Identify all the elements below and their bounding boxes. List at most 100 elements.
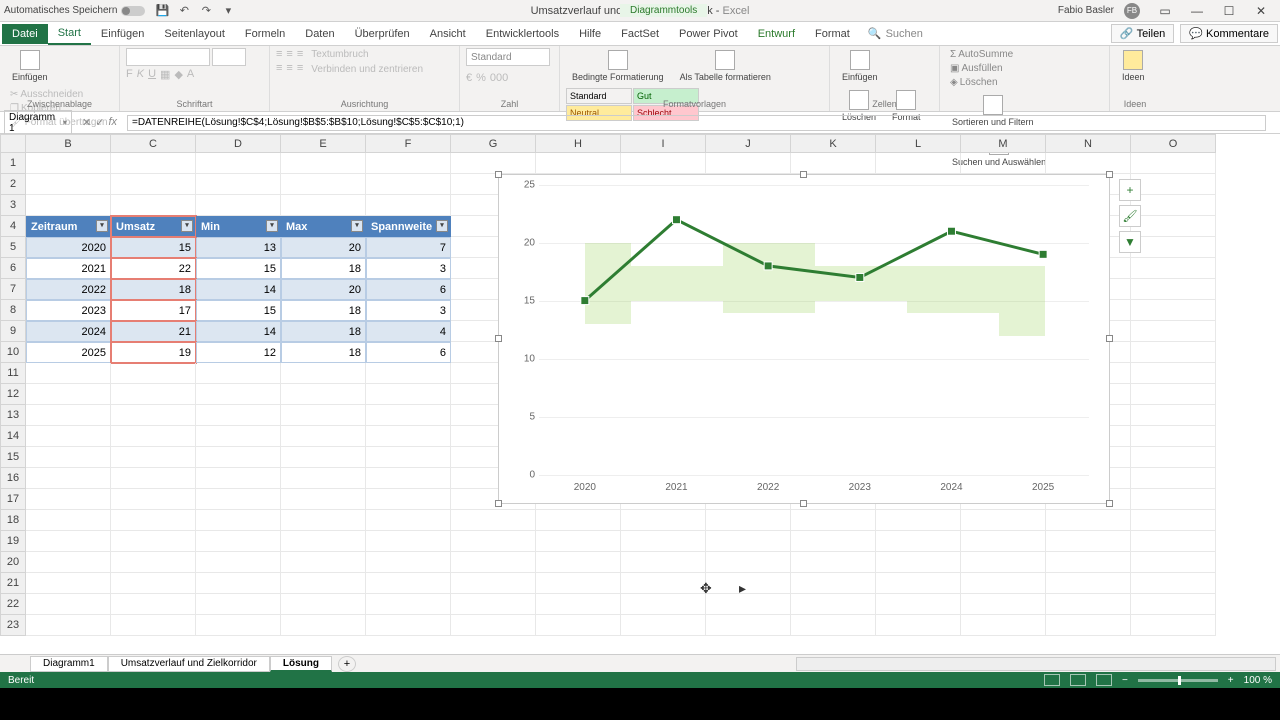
cell-G23[interactable] xyxy=(451,615,536,636)
cell-F5[interactable]: 7 xyxy=(366,237,451,258)
tab-factset[interactable]: FactSet xyxy=(611,24,669,44)
col-header-G[interactable]: G xyxy=(451,134,536,153)
sheet-tab-1[interactable]: Umsatzverlauf und Zielkorridor xyxy=(108,656,270,672)
col-header-O[interactable]: O xyxy=(1131,134,1216,153)
cell-O14[interactable] xyxy=(1131,426,1216,447)
cell-C6[interactable]: 22 xyxy=(111,258,196,279)
cell-E1[interactable] xyxy=(281,153,366,174)
cell-M22[interactable] xyxy=(961,594,1046,615)
cell-O6[interactable] xyxy=(1131,258,1216,279)
tab-formulas[interactable]: Formeln xyxy=(235,24,295,44)
cell-B7[interactable]: 2022 xyxy=(26,279,111,300)
cell-O17[interactable] xyxy=(1131,489,1216,510)
clear-button[interactable]: ◈ Löschen xyxy=(946,76,1017,89)
cell-E17[interactable] xyxy=(281,489,366,510)
fx-icon[interactable]: fx xyxy=(108,116,117,129)
cell-C16[interactable] xyxy=(111,468,196,489)
cell-F23[interactable] xyxy=(366,615,451,636)
cell-F19[interactable] xyxy=(366,531,451,552)
cell-C5[interactable]: 15 xyxy=(111,237,196,258)
tab-review[interactable]: Überprüfen xyxy=(345,24,420,44)
cell-O3[interactable] xyxy=(1131,195,1216,216)
cell-H20[interactable] xyxy=(536,552,621,573)
cell-L18[interactable] xyxy=(876,510,961,531)
cell-O8[interactable] xyxy=(1131,300,1216,321)
insert-cells-button[interactable]: Einfügen xyxy=(836,48,884,84)
row-header-12[interactable]: 12 xyxy=(0,384,26,405)
cell-F21[interactable] xyxy=(366,573,451,594)
cell-E14[interactable] xyxy=(281,426,366,447)
row-header-5[interactable]: 5 xyxy=(0,237,26,258)
cell-C4[interactable]: Umsatz▾ xyxy=(111,216,196,237)
cell-D9[interactable]: 14 xyxy=(196,321,281,342)
cell-E16[interactable] xyxy=(281,468,366,489)
tab-developer[interactable]: Entwicklertools xyxy=(476,24,569,44)
col-header-H[interactable]: H xyxy=(536,134,621,153)
underline-button[interactable]: U xyxy=(148,68,156,81)
cell-O13[interactable] xyxy=(1131,405,1216,426)
cell-C13[interactable] xyxy=(111,405,196,426)
cell-F1[interactable] xyxy=(366,153,451,174)
cell-D16[interactable] xyxy=(196,468,281,489)
chart-line-series[interactable] xyxy=(539,185,1089,474)
filter-icon[interactable]: ▾ xyxy=(181,220,193,232)
cell-J22[interactable] xyxy=(706,594,791,615)
cell-F10[interactable]: 6 xyxy=(366,342,451,363)
cell-E19[interactable] xyxy=(281,531,366,552)
cell-L22[interactable] xyxy=(876,594,961,615)
tab-powerpivot[interactable]: Power Pivot xyxy=(669,24,748,44)
align-left-icon[interactable]: ≡ xyxy=(276,62,282,74)
cell-E18[interactable] xyxy=(281,510,366,531)
cell-M20[interactable] xyxy=(961,552,1046,573)
resize-handle-n[interactable] xyxy=(800,171,807,178)
cell-C15[interactable] xyxy=(111,447,196,468)
cell-N22[interactable] xyxy=(1046,594,1131,615)
cell-O23[interactable] xyxy=(1131,615,1216,636)
cell-E23[interactable] xyxy=(281,615,366,636)
cell-J20[interactable] xyxy=(706,552,791,573)
cell-F12[interactable] xyxy=(366,384,451,405)
cell-M21[interactable] xyxy=(961,573,1046,594)
cell-E5[interactable]: 20 xyxy=(281,237,366,258)
merge-button[interactable]: Verbinden und zentrieren xyxy=(307,63,427,76)
user-avatar[interactable]: FB xyxy=(1124,3,1140,19)
col-header-L[interactable]: L xyxy=(876,134,961,153)
percent-icon[interactable]: % xyxy=(476,72,486,84)
wrap-text-button[interactable]: Textumbruch xyxy=(307,48,427,61)
bold-button[interactable]: F xyxy=(126,68,133,81)
cell-B14[interactable] xyxy=(26,426,111,447)
cell-D3[interactable] xyxy=(196,195,281,216)
align-bot-icon[interactable]: ≡ xyxy=(297,48,303,60)
col-header-F[interactable]: F xyxy=(366,134,451,153)
cell-E13[interactable] xyxy=(281,405,366,426)
cell-B10[interactable]: 2025 xyxy=(26,342,111,363)
cell-I22[interactable] xyxy=(621,594,706,615)
view-layout-icon[interactable] xyxy=(1070,674,1086,686)
cell-H1[interactable] xyxy=(536,153,621,174)
cell-B20[interactable] xyxy=(26,552,111,573)
cell-E22[interactable] xyxy=(281,594,366,615)
cell-D19[interactable] xyxy=(196,531,281,552)
cell-G22[interactable] xyxy=(451,594,536,615)
cell-K19[interactable] xyxy=(791,531,876,552)
col-header-M[interactable]: M xyxy=(961,134,1046,153)
search-field[interactable]: 🔍 Suchen xyxy=(868,27,923,40)
cell-H23[interactable] xyxy=(536,615,621,636)
cell-C11[interactable] xyxy=(111,363,196,384)
cell-B21[interactable] xyxy=(26,573,111,594)
cell-F13[interactable] xyxy=(366,405,451,426)
cell-C21[interactable] xyxy=(111,573,196,594)
cell-K20[interactable] xyxy=(791,552,876,573)
align-mid-icon[interactable]: ≡ xyxy=(286,48,292,60)
col-header-D[interactable]: D xyxy=(196,134,281,153)
chart-elements-button[interactable]: + xyxy=(1119,179,1141,201)
format-table-button[interactable]: Als Tabelle formatieren xyxy=(674,48,777,84)
resize-handle-s[interactable] xyxy=(800,500,807,507)
cell-D5[interactable]: 13 xyxy=(196,237,281,258)
cell-K21[interactable] xyxy=(791,573,876,594)
fill-button[interactable]: ▣ Ausfüllen xyxy=(946,62,1017,75)
row-header-21[interactable]: 21 xyxy=(0,573,26,594)
accept-formula-icon[interactable]: ✓ xyxy=(95,116,104,129)
cell-C2[interactable] xyxy=(111,174,196,195)
cell-I20[interactable] xyxy=(621,552,706,573)
